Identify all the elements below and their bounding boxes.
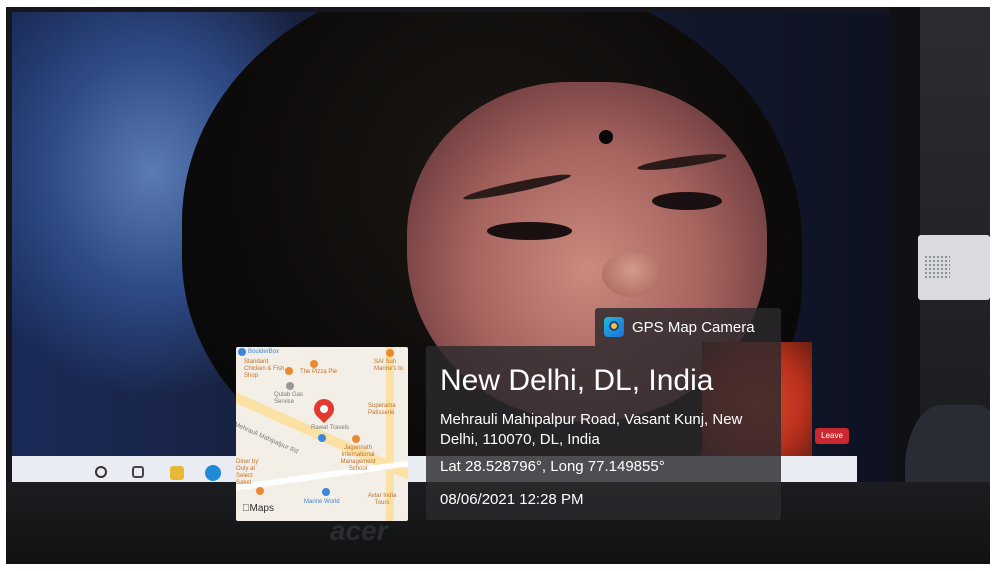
poi-icon bbox=[256, 487, 264, 495]
bindi bbox=[599, 130, 613, 144]
edge-browser-icon bbox=[205, 465, 221, 481]
speaker-box bbox=[918, 235, 990, 300]
map-label: Standard Chicken & Fish Shop bbox=[244, 359, 285, 379]
location-address: Mehrauli Mahipalpur Road, Vasant Kunj, N… bbox=[440, 411, 743, 448]
map-label: BoulderBox bbox=[248, 349, 280, 355]
file-explorer-icon bbox=[170, 466, 184, 480]
right-eye bbox=[652, 192, 722, 210]
date-time: 08/06/2021 12:28 PM bbox=[440, 491, 584, 508]
map-label: Marine World bbox=[304, 499, 340, 505]
gps-app-label: GPS Map Camera bbox=[632, 318, 755, 336]
map-label: Qutab Gas Service bbox=[274, 392, 304, 405]
poi-icon bbox=[386, 349, 394, 357]
gps-map-camera-icon bbox=[604, 317, 624, 337]
speaker-grille bbox=[924, 255, 950, 279]
gps-app-tag: GPS Map Camera bbox=[595, 308, 781, 346]
map-thumbnail: BoulderBox SAI Sun Marine's to Standard … bbox=[236, 347, 408, 521]
map-label: Rawat Travels bbox=[311, 425, 350, 431]
map-label: Jagannath International Management Schoo… bbox=[340, 445, 376, 472]
person-nose bbox=[602, 252, 662, 297]
location-title: New Delhi, DL, India bbox=[440, 364, 714, 397]
map-label: Diner by Ouly at Select Saket bbox=[236, 459, 259, 486]
poi-icon bbox=[352, 435, 360, 443]
taskview-icon bbox=[132, 466, 144, 478]
location-pin-icon bbox=[309, 394, 339, 424]
poi-icon bbox=[238, 348, 246, 356]
left-eye bbox=[487, 222, 572, 240]
leave-button: Leave bbox=[815, 428, 849, 444]
gps-info-panel: New Delhi, DL, India Mehrauli Mahipalpur… bbox=[426, 346, 781, 520]
map-label: Superama Patisserie bbox=[368, 403, 396, 416]
poi-icon bbox=[310, 360, 318, 368]
search-icon bbox=[95, 466, 107, 478]
apple-maps-logo: Maps bbox=[242, 503, 274, 514]
poi-icon bbox=[318, 434, 326, 442]
map-label: Avtar India Tours bbox=[367, 493, 397, 506]
poi-icon bbox=[286, 382, 294, 390]
poi-icon bbox=[322, 488, 330, 496]
map-label: SAI Sun Marine's to bbox=[374, 359, 404, 372]
lat-long: Lat 28.528796°, Long 77.149855° bbox=[440, 458, 665, 475]
map-label: The Pizza Pie bbox=[300, 369, 338, 375]
